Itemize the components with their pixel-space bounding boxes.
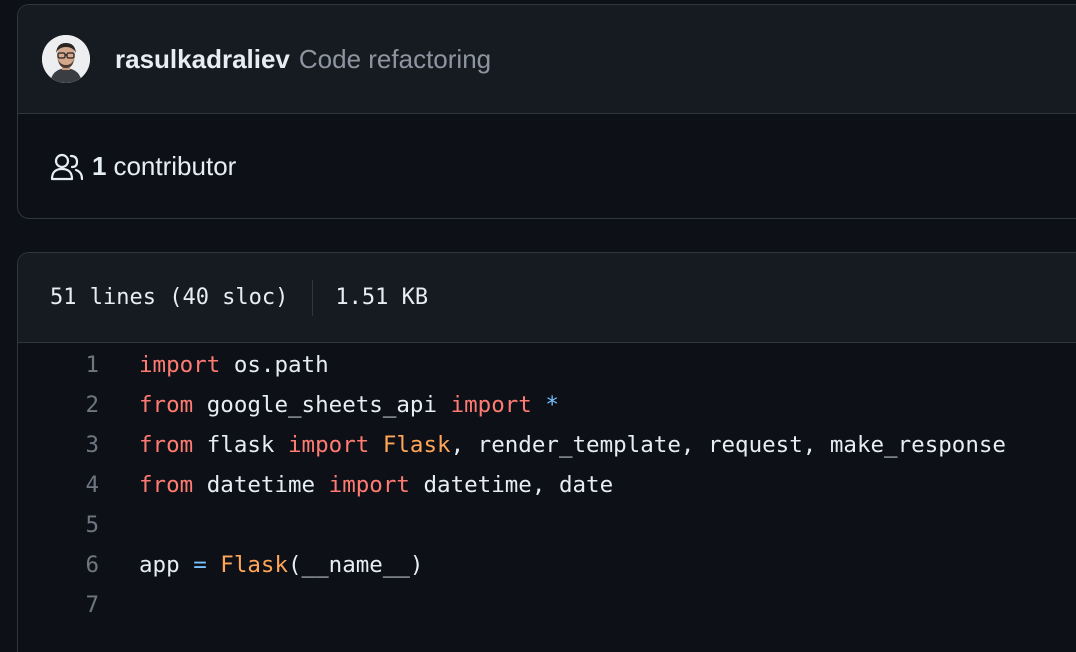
code-token: datetime, date [409, 472, 614, 498]
code-token: os.path [220, 352, 329, 378]
code-token: Flask [382, 432, 451, 458]
line-number[interactable]: 1 [18, 345, 99, 385]
avatar-icon [42, 35, 90, 83]
file-header: 51 lines (40 sloc) 1.51 KB [18, 253, 1076, 343]
code-token: app [139, 552, 194, 578]
code-token: google_sheets_api [193, 392, 451, 418]
line-source: from google_sheets_api import * [139, 385, 559, 425]
contributors-row[interactable]: 1 contributor [18, 114, 1076, 218]
people-icon [50, 153, 84, 181]
line-source: from datetime import datetime, date [139, 465, 613, 505]
code-token: import [328, 472, 410, 498]
code-token: = [193, 552, 207, 578]
commit-row: rasulkadraliev Code refactoring [18, 5, 1076, 114]
author-avatar[interactable] [42, 35, 90, 83]
code-line: 4 from datetime import datetime, date [18, 465, 1076, 505]
latest-commit-box: rasulkadraliev Code refactoring 1 contri… [17, 4, 1076, 219]
code-token: datetime [193, 472, 329, 498]
code-listing[interactable]: 1 import os.path 2 from google_sheets_api i… [18, 343, 1076, 625]
contributor-label: contributor [113, 150, 237, 181]
code-token: from [139, 432, 194, 458]
line-number[interactable]: 6 [18, 545, 99, 585]
code-line: 2 from google_sheets_api import * [18, 385, 1076, 425]
code-token: import [288, 432, 370, 458]
file-size: 1.51 KB [335, 285, 429, 310]
code-token: , render_template, request, make_respons… [450, 432, 1006, 458]
line-source: app = Flask(__name__) [139, 545, 423, 585]
line-number[interactable]: 5 [18, 505, 99, 545]
code-token: import [450, 392, 532, 418]
code-token: from [139, 392, 194, 418]
code-token: (__name__) [288, 552, 424, 578]
code-token: flask [193, 432, 289, 458]
contributor-count: 1 [92, 150, 107, 181]
commit-author-link[interactable]: rasulkadraliev [115, 44, 290, 75]
code-line: 3 from flask import Flask, render_templat… [18, 425, 1076, 465]
code-line: 6 app = Flask(__name__) [18, 545, 1076, 585]
code-token: * [545, 392, 559, 418]
line-number[interactable]: 7 [18, 585, 99, 625]
line-number[interactable]: 2 [18, 385, 99, 425]
line-number[interactable]: 3 [18, 425, 99, 465]
file-viewer: 51 lines (40 sloc) 1.51 KB 1 import os.pa… [17, 252, 1076, 652]
code-token: import [139, 352, 221, 378]
code-line: 1 import os.path [18, 345, 1076, 385]
line-number[interactable]: 4 [18, 465, 99, 505]
line-source: import os.path [139, 345, 329, 385]
commit-message-link[interactable]: Code refactoring [299, 44, 491, 75]
code-token: Flask [220, 552, 289, 578]
code-line: 5 [18, 505, 1076, 545]
header-divider [312, 279, 314, 316]
code-token: from [139, 472, 194, 498]
file-line-count: 51 lines (40 sloc) [50, 285, 289, 310]
code-line: 7 [18, 585, 1076, 625]
line-source: from flask import Flask, render_template… [139, 425, 1006, 465]
